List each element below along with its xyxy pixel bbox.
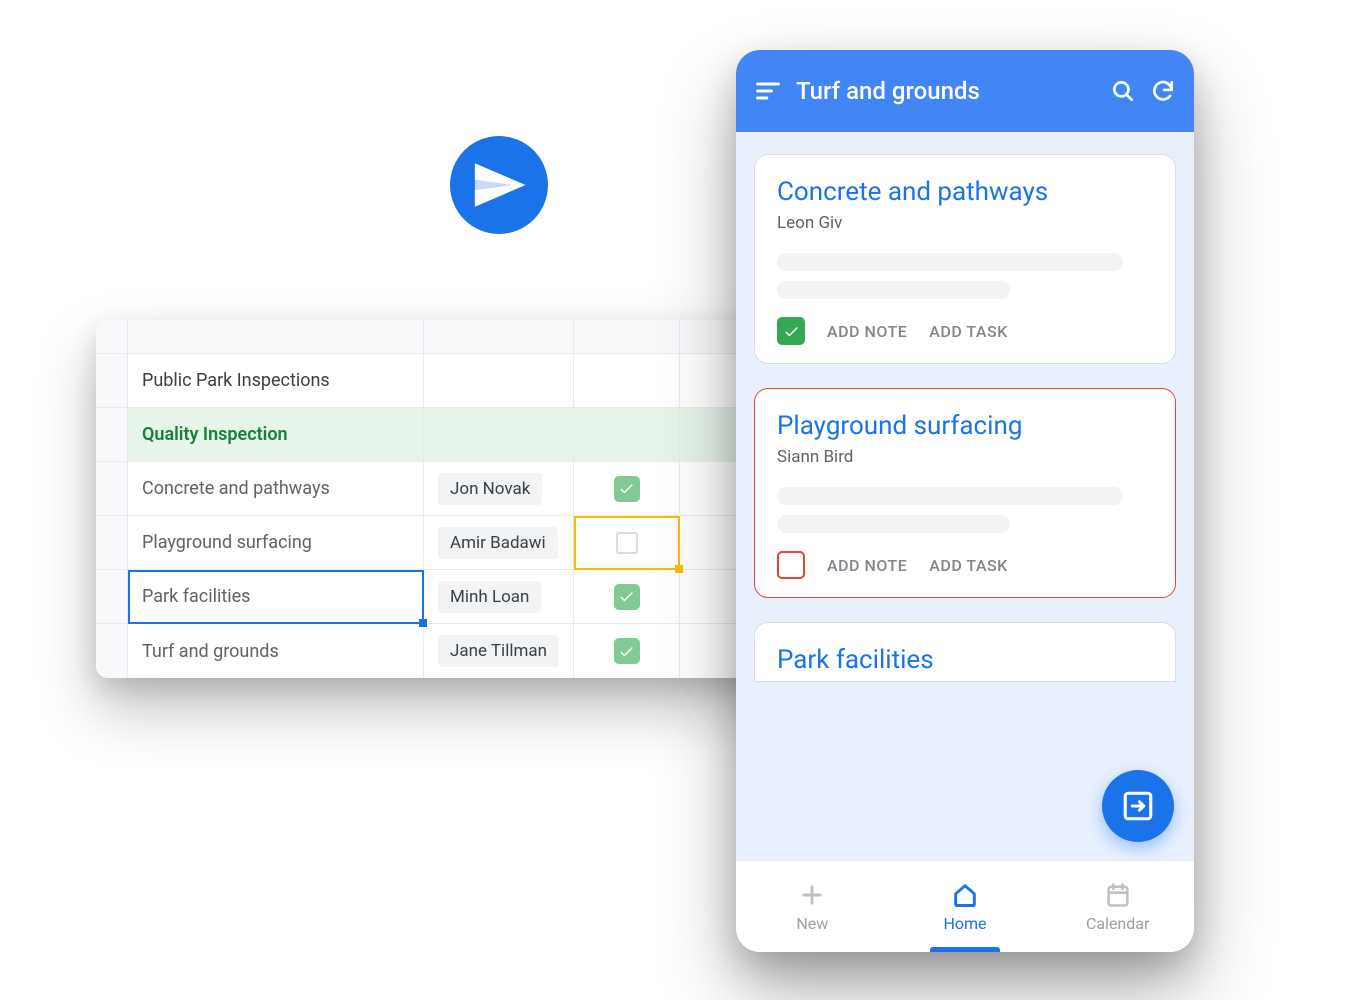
person-chip[interactable]: Jon Novak	[438, 473, 542, 505]
nav-calendar[interactable]: Calendar	[1041, 861, 1194, 952]
nav-label: Calendar	[1086, 914, 1149, 933]
sheet-title-cell[interactable]: Public Park Inspections	[128, 354, 424, 407]
checkmark-icon	[614, 476, 640, 502]
nav-active-indicator	[930, 947, 1000, 952]
skeleton-line	[777, 515, 1010, 533]
refresh-icon[interactable]	[1150, 78, 1176, 104]
done-cell[interactable]	[574, 516, 680, 569]
add-task-button[interactable]: ADD TASK	[929, 556, 1008, 575]
person-chip[interactable]: Jane Tillman	[438, 635, 559, 667]
fab-button[interactable]	[1102, 770, 1174, 842]
add-note-button[interactable]: ADD NOTE	[827, 556, 907, 575]
calendar-icon	[1104, 881, 1132, 909]
plus-icon	[798, 881, 826, 909]
card-checkbox-undone[interactable]	[777, 551, 805, 579]
card-title: Concrete and pathways	[777, 177, 1153, 207]
search-icon[interactable]	[1110, 78, 1136, 104]
nav-new[interactable]: New	[736, 861, 889, 952]
task-card-alert[interactable]: Playground surfacing Siann Bird ADD NOTE…	[754, 388, 1176, 598]
person-chip[interactable]: Amir Badawi	[438, 527, 558, 559]
paper-plane-badge	[450, 136, 548, 234]
phone-mockup: Turf and grounds Concrete and pathways L…	[736, 50, 1194, 952]
arrow-box-icon	[1121, 789, 1155, 823]
card-checkbox-done[interactable]	[777, 317, 805, 345]
card-title: Park facilities	[777, 645, 1153, 675]
menu-icon[interactable]	[754, 77, 782, 105]
done-cell[interactable]	[574, 462, 680, 515]
skeleton-line	[777, 281, 1010, 299]
app-header: Turf and grounds	[736, 50, 1194, 132]
add-note-button[interactable]: ADD NOTE	[827, 322, 907, 341]
nav-label: New	[796, 914, 828, 933]
skeleton-line	[777, 487, 1123, 505]
add-task-button[interactable]: ADD TASK	[929, 322, 1008, 341]
bottom-nav: New Home Calendar	[736, 860, 1194, 952]
card-subtitle: Siann Bird	[777, 447, 1153, 467]
skeleton-line	[777, 253, 1123, 271]
checkmark-icon	[614, 584, 640, 610]
nav-home[interactable]: Home	[889, 861, 1042, 952]
task-cell[interactable]: Park facilities	[128, 570, 424, 623]
card-title: Playground surfacing	[777, 411, 1153, 441]
done-cell[interactable]	[574, 570, 680, 623]
home-icon	[951, 881, 979, 909]
phone-content[interactable]: Concrete and pathways Leon Giv ADD NOTE …	[736, 132, 1194, 860]
sheet-group-cell[interactable]: Quality Inspection	[128, 408, 424, 461]
done-cell[interactable]	[574, 624, 680, 678]
person-chip[interactable]: Minh Loan	[438, 581, 541, 613]
nav-label: Home	[943, 914, 986, 933]
task-card[interactable]: Concrete and pathways Leon Giv ADD NOTE …	[754, 154, 1176, 364]
card-subtitle: Leon Giv	[777, 213, 1153, 233]
task-cell[interactable]: Playground surfacing	[128, 516, 424, 569]
task-card-peek[interactable]: Park facilities	[754, 622, 1176, 682]
app-title: Turf and grounds	[796, 77, 1096, 105]
checkmark-icon	[614, 638, 640, 664]
unchecked-box-icon	[616, 532, 638, 554]
task-cell[interactable]: Turf and grounds	[128, 624, 424, 678]
task-cell[interactable]: Concrete and pathways	[128, 462, 424, 515]
paper-plane-icon	[470, 156, 528, 214]
